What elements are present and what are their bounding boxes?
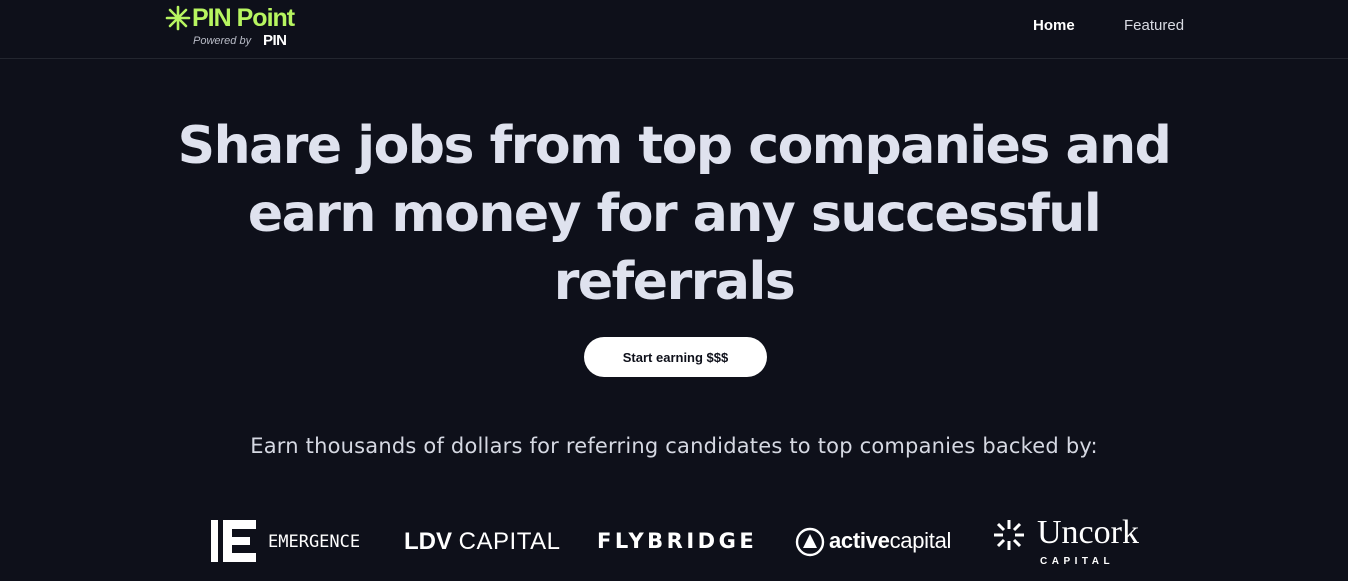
ldv-wordmark-bold: LDV xyxy=(404,528,452,555)
brand-logo[interactable]: PIN Point Powered by PIN xyxy=(165,3,305,51)
nav-home-link[interactable]: Home xyxy=(1033,17,1075,34)
start-earning-button[interactable]: Start earning $$$ xyxy=(584,337,767,377)
hero-heading: Share jobs from top companies and earn m… xyxy=(177,116,1172,312)
uncork-burst-icon xyxy=(994,520,1024,550)
uncork-wordmark: Uncork xyxy=(1037,514,1139,551)
top-navigation-bar: PIN Point Powered by PIN Home Featured xyxy=(0,0,1348,59)
active-capital-logo: activecapital xyxy=(795,525,965,559)
emergence-wordmark: EMERGENCE xyxy=(268,532,361,552)
main-nav: Home Featured xyxy=(1000,17,1200,37)
flybridge-logo: FLYBRIDGE xyxy=(597,529,758,553)
backers-subtitle: Earn thousands of dollars for referring … xyxy=(250,434,1098,458)
uncork-capital-logo: Uncork CAPITAL xyxy=(993,514,1153,576)
ldv-capital-logo: LDV CAPITAL xyxy=(404,528,560,556)
emergence-e-icon xyxy=(211,520,256,562)
powered-by-label: Powered by xyxy=(193,35,252,47)
active-capital-wordmark: activecapital xyxy=(829,528,951,554)
emergence-logo: EMERGENCE xyxy=(211,520,371,564)
active-wordmark-bold: active xyxy=(829,528,890,553)
nav-featured-link[interactable]: Featured xyxy=(1124,17,1184,34)
active-capital-triangle-icon xyxy=(795,527,825,557)
uncork-sub-wordmark: CAPITAL xyxy=(1040,556,1115,567)
backer-logos: EMERGENCE LDV CAPITAL FLYBRIDGE activeca… xyxy=(0,510,1348,581)
brand-name: PIN Point xyxy=(192,4,295,32)
ldv-wordmark-light: CAPITAL xyxy=(458,528,561,555)
pin-logo: PIN xyxy=(263,32,287,49)
asterisk-star-icon xyxy=(165,5,191,31)
active-wordmark-light: capital xyxy=(889,528,952,553)
